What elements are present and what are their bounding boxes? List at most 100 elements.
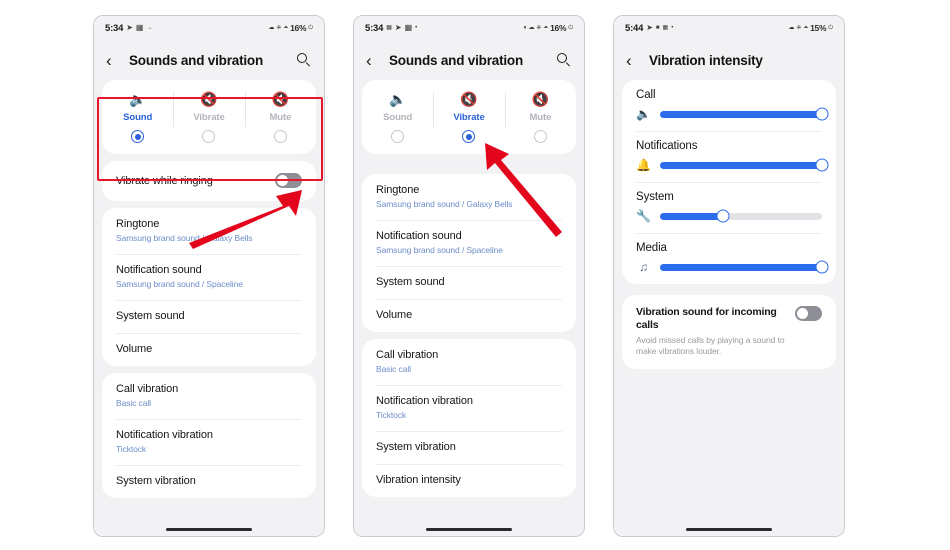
screenshot-stage: 5:34 ➤ ▦ → ☁ ⎈ ⏶ 16% ⏻ ‹ Sounds and vibr… <box>0 0 950 550</box>
mode-option-sound[interactable]: 🔈 Sound <box>102 90 173 143</box>
row-ringtone[interactable]: Ringtone Samsung brand sound / Galaxy Be… <box>362 174 576 220</box>
row-vibrate-while-ringing[interactable]: Vibrate while ringing <box>102 161 316 201</box>
search-icon[interactable] <box>557 52 572 68</box>
title-bar: ‹ Sounds and vibration <box>94 40 324 80</box>
row-volume[interactable]: Volume <box>362 299 576 332</box>
page-title: Sounds and vibration <box>129 52 264 68</box>
battery-level: 16% <box>550 23 567 33</box>
intensity-sliders-card: Call 🔈 Notifications 🔔 System 🔧 Media ♫ <box>622 80 836 284</box>
row-system-vibration[interactable]: System vibration <box>102 465 316 498</box>
vibration-settings-card: Call vibration Basic call Notification v… <box>362 339 576 497</box>
row-title: System vibration <box>376 441 456 453</box>
row-call-vibration[interactable]: Call vibration Basic call <box>362 339 576 385</box>
slider-media[interactable] <box>660 260 829 274</box>
battery-level: 16% <box>290 23 307 33</box>
settings-list[interactable]: 🔈 Sound 🔇 Vibrate 🔇 Mute <box>354 80 584 536</box>
radio-sound[interactable] <box>391 130 405 143</box>
row-subtitle: Samsung brand sound / Spaceline <box>116 279 243 289</box>
row-notification-vibration[interactable]: Notification vibration Ticktock <box>362 385 576 431</box>
row-notification-sound[interactable]: Notification sound Samsung brand sound /… <box>362 220 576 266</box>
navigation-icon: ➤ <box>126 23 133 32</box>
row-vibration-intensity[interactable]: Vibration intensity <box>362 464 576 497</box>
home-indicator <box>166 528 252 531</box>
row-subtitle: Ticktock <box>376 410 407 420</box>
vibration-sound-toggle[interactable] <box>795 306 822 321</box>
row-vibration-sound-incoming-calls[interactable]: Vibration sound for incoming calls Avoid… <box>622 295 836 369</box>
row-volume[interactable]: Volume <box>102 333 316 366</box>
back-button[interactable]: ‹ <box>626 52 639 69</box>
mode-option-mute[interactable]: 🔇 Mute <box>244 90 316 143</box>
wifi-icon: ☁ <box>268 25 275 31</box>
slider-system[interactable] <box>660 209 822 223</box>
slider-label: Call <box>636 89 656 101</box>
row-system-sound[interactable]: System sound <box>362 266 576 299</box>
sound-mode-selector[interactable]: 🔈 Sound 🔇 Vibrate 🔇 Mute <box>102 80 316 154</box>
wifi-icon: ☁ <box>528 25 535 31</box>
row-title: Notification sound <box>116 264 202 276</box>
slider-notifications[interactable] <box>660 158 829 172</box>
row-system-sound[interactable]: System sound <box>102 300 316 333</box>
mode-option-label: Sound <box>383 112 413 123</box>
settings-list[interactable]: 🔈 Sound 🔇 Vibrate 🔇 Mute <box>94 80 324 536</box>
search-icon[interactable] <box>297 52 312 68</box>
slider-row-call: Call 🔈 <box>622 80 836 131</box>
row-subtitle: Basic call <box>376 364 411 374</box>
radio-vibrate[interactable] <box>202 130 216 143</box>
status-bar: 5:34 ▦ ➤ ▦ • ⏸ ☁ ⎈ ⏶ 16% ⏻ <box>354 16 584 40</box>
home-indicator <box>426 528 512 531</box>
radio-vibrate[interactable] <box>462 130 476 143</box>
vibration-sound-card: Vibration sound for incoming calls Avoid… <box>622 295 836 369</box>
back-button[interactable]: ‹ <box>106 52 119 69</box>
status-bar-left: 5:34 ➤ ▦ → <box>105 23 152 34</box>
row-subtitle: Samsung brand sound / Galaxy Bells <box>116 233 253 243</box>
wrench-icon: 🔧 <box>636 209 651 223</box>
sound-settings-card: Ringtone Samsung brand sound / Galaxy Be… <box>362 174 576 332</box>
radio-mute[interactable] <box>533 130 547 143</box>
row-system-vibration[interactable]: System vibration <box>362 431 576 464</box>
phone-screenshot-3: 5:44 ➤ ■ ▦ • ☁ ⎈ ⏶ 15% ⏻ ‹ Vibration int… <box>613 15 845 537</box>
vibrate-while-ringing-toggle[interactable] <box>275 173 302 188</box>
row-title: Volume <box>116 343 153 355</box>
mode-option-vibrate[interactable]: 🔇 Vibrate <box>433 90 504 143</box>
row-subtitle: Ticktock <box>116 444 147 454</box>
radio-sound[interactable] <box>131 130 145 143</box>
slider-row-media: Media ♫ <box>622 233 836 284</box>
mode-option-label: Sound <box>123 112 153 123</box>
signal-icon: ⏶ <box>283 25 289 31</box>
navigation-icon: ➤ <box>394 23 402 32</box>
status-bar-left: 5:34 ▦ ➤ ▦ • <box>365 23 417 34</box>
mode-option-label: Vibrate <box>453 112 485 123</box>
row-notification-vibration[interactable]: Notification vibration Ticktock <box>102 419 316 465</box>
status-bar-right: ☁ ⎈ ⏶ 16% ⏻ <box>269 23 314 33</box>
slider-call[interactable] <box>660 107 829 121</box>
row-title: Call vibration <box>376 349 439 361</box>
row-title: Volume <box>376 309 413 321</box>
row-ringtone[interactable]: Ringtone Samsung brand sound / Galaxy Be… <box>102 208 316 254</box>
phone-screenshot-1: 5:34 ➤ ▦ → ☁ ⎈ ⏶ 16% ⏻ ‹ Sounds and vibr… <box>93 15 325 537</box>
vibration-settings-card: Call vibration Basic call Notification v… <box>102 373 316 498</box>
sound-settings-card: Ringtone Samsung brand sound / Galaxy Be… <box>102 208 316 366</box>
mode-option-mute[interactable]: 🔇 Mute <box>504 90 576 143</box>
row-title: Vibration intensity <box>376 474 461 486</box>
row-call-vibration[interactable]: Call vibration Basic call <box>102 373 316 419</box>
radio-mute[interactable] <box>273 130 287 143</box>
mode-option-vibrate[interactable]: 🔇 Vibrate <box>173 90 244 143</box>
row-notification-sound[interactable]: Notification sound Samsung brand sound /… <box>102 254 316 300</box>
sim-icon: ▦ <box>404 23 413 32</box>
row-title: Vibration sound for incoming calls <box>636 306 777 331</box>
status-time: 5:34 <box>365 22 384 34</box>
sound-mode-selector[interactable]: 🔈 Sound 🔇 Vibrate 🔇 Mute <box>362 80 576 154</box>
bluetooth-icon: ⎈ <box>796 25 802 31</box>
row-title: Notification vibration <box>116 429 213 441</box>
wifi-icon: ☁ <box>788 25 795 31</box>
slider-row-notifications: Notifications 🔔 <box>622 131 836 182</box>
arrow-icon: → <box>146 25 153 31</box>
row-subtitle: Samsung brand sound / Spaceline <box>376 245 503 255</box>
status-bar-right: ☁ ⎈ ⏶ 15% ⏻ <box>789 23 834 33</box>
calendar-icon: ▦ <box>662 25 669 31</box>
mode-option-label: Vibrate <box>193 112 225 123</box>
back-button[interactable]: ‹ <box>366 52 379 69</box>
vibration-intensity-list[interactable]: Call 🔈 Notifications 🔔 System 🔧 Media ♫ … <box>614 80 844 536</box>
slider-row-system: System 🔧 <box>622 182 836 233</box>
mode-option-sound[interactable]: 🔈 Sound <box>362 90 433 143</box>
